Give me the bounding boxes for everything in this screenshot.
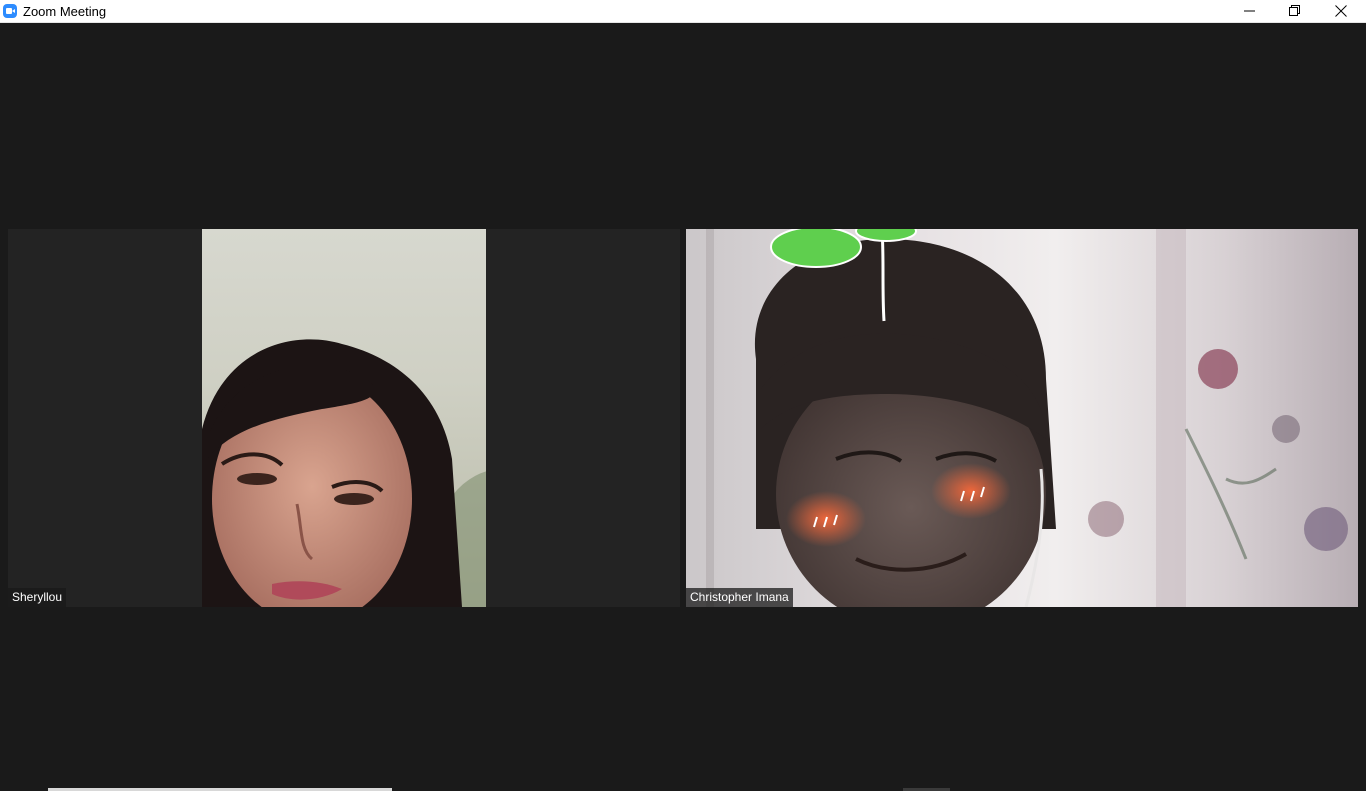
participant-video [202,229,486,607]
minimize-button[interactable] [1227,0,1273,22]
meeting-stage: Sheryllou Christopher Imana [0,23,1366,791]
restore-icon [1289,5,1300,16]
participant-video-frame [706,229,1348,607]
close-icon [1335,5,1347,17]
participant-name-label: Christopher Imana [686,588,793,607]
participant-name-label: Sheryllou [8,588,67,607]
close-button[interactable] [1318,0,1364,22]
title-bar: Zoom Meeting [0,0,1366,23]
restore-button[interactable] [1272,0,1318,22]
participant-tile[interactable]: Christopher Imana [686,229,1358,607]
participant-video-frame [202,339,486,607]
participant-tile[interactable]: Sheryllou [8,229,680,607]
window-title: Zoom Meeting [23,4,107,19]
zoom-app-icon [3,4,17,18]
minimize-icon [1244,10,1255,12]
participant-video [686,229,1358,607]
